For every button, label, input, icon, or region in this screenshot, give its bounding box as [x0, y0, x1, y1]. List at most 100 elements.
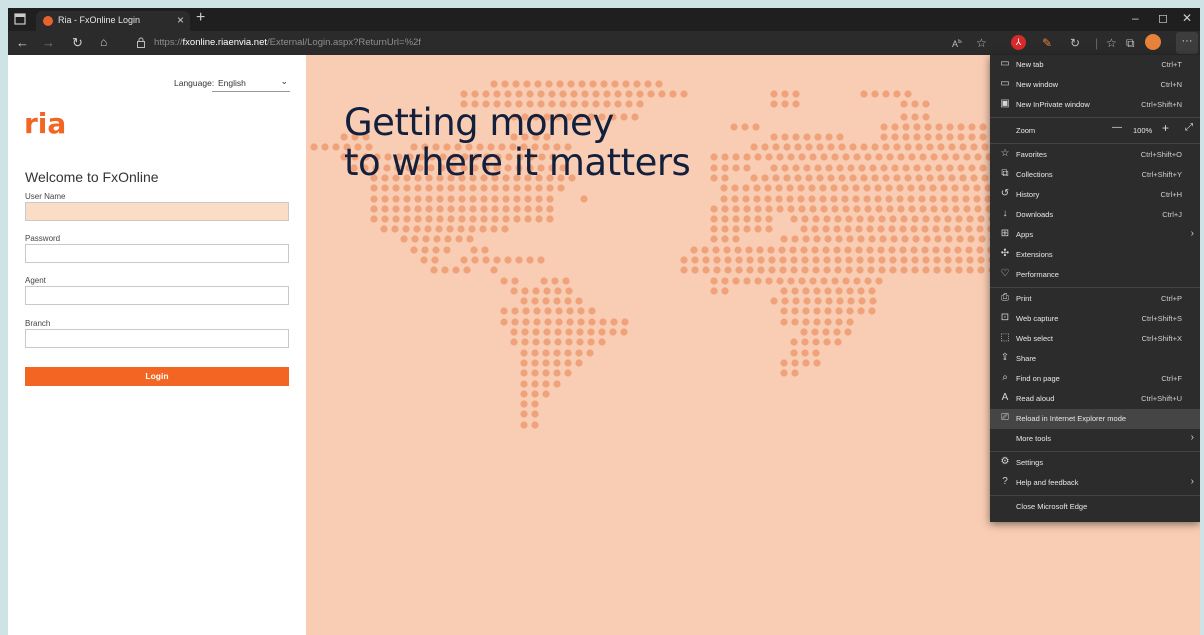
map-dot [808, 195, 816, 203]
branch-input[interactable] [25, 329, 289, 348]
map-dot [951, 184, 959, 192]
menu-shortcut: Ctrl+P [1160, 294, 1182, 303]
add-favorite-icon[interactable]: ☆ [976, 36, 987, 50]
menu-item-print[interactable]: ⎙ Print Ctrl+P [990, 289, 1200, 309]
browser-window: Ria - FxOnline Login × + – ◻ ✕ ← → ↻ ⌂ h… [8, 8, 1200, 635]
map-dot [691, 256, 699, 264]
profile-avatar[interactable] [1145, 34, 1161, 50]
minimize-icon[interactable]: – [1132, 11, 1139, 25]
map-dot [781, 100, 789, 108]
menu-item-collections[interactable]: ⧉ Collections Ctrl+Shift+Y [990, 165, 1200, 185]
map-dot [402, 225, 410, 233]
collections-toolbar-icon[interactable]: ⧉ [1126, 36, 1135, 51]
map-dot [812, 266, 820, 274]
back-icon[interactable]: ← [16, 35, 29, 50]
map-dot [515, 256, 523, 264]
menu-item-close-edge[interactable]: Close Microsoft Edge [990, 497, 1200, 517]
map-dot [469, 215, 477, 223]
favorites-toolbar-icon[interactable]: ☆ [1106, 36, 1117, 50]
map-dot [791, 369, 799, 377]
new-tab-icon[interactable]: + [196, 9, 205, 27]
menu-item-more-tools[interactable]: More tools › [990, 429, 1200, 449]
map-dot [463, 266, 471, 274]
map-dot [951, 195, 959, 203]
zoom-in-icon[interactable]: + [1162, 121, 1169, 135]
map-dot [553, 359, 561, 367]
extension-icon[interactable]: ✎ [1042, 36, 1052, 50]
map-dot [511, 277, 519, 285]
menu-item-settings[interactable]: ⚙ Settings [990, 453, 1200, 473]
map-dot [411, 235, 419, 243]
map-dot [967, 235, 975, 243]
username-input[interactable] [25, 202, 289, 221]
menu-item-share[interactable]: ⇪ Share [990, 349, 1200, 369]
login-button[interactable]: Login [25, 367, 289, 386]
map-dot [875, 205, 883, 213]
map-dot [904, 174, 912, 182]
menu-item-web-select[interactable]: ⬚ Web select Ctrl+Shift+X [990, 329, 1200, 349]
map-dot [866, 246, 874, 254]
map-dot [403, 215, 411, 223]
menu-item-inprivate[interactable]: ▣ New InPrivate window Ctrl+Shift+N [990, 95, 1200, 115]
close-window-icon[interactable]: ✕ [1182, 11, 1192, 25]
menu-item-history[interactable]: ↺ History Ctrl+H [990, 185, 1200, 205]
map-dot [470, 246, 478, 254]
menu-item-apps[interactable]: ⊞ Apps › [990, 225, 1200, 245]
language-select[interactable]: English ⌄ [212, 73, 290, 92]
menu-item-extensions[interactable]: ✣ Extensions [990, 245, 1200, 265]
map-dot [589, 80, 597, 88]
map-dot [841, 184, 849, 192]
menu-item-web-capture[interactable]: ⊡ Web capture Ctrl+Shift+S [990, 309, 1200, 329]
map-dot [791, 235, 799, 243]
map-dot [970, 143, 978, 151]
menu-item-find[interactable]: ⌕ Find on page Ctrl+F [990, 369, 1200, 389]
menu-item-favorites[interactable]: ☆ Favorites Ctrl+Shift+O [990, 145, 1200, 165]
fullscreen-icon[interactable]: ⤢ [1185, 122, 1193, 133]
menu-item-help[interactable]: ? Help and feedback › [990, 473, 1200, 493]
forward-icon[interactable]: → [42, 35, 55, 50]
map-dot [878, 256, 886, 264]
map-dot [576, 338, 584, 346]
map-dot [797, 184, 805, 192]
help-icon: ? [1002, 476, 1008, 487]
map-dot [845, 215, 853, 223]
tab-actions-icon[interactable] [14, 13, 26, 25]
pdf-extension-icon[interactable]: ⅄ [1011, 35, 1026, 50]
map-dot [746, 266, 754, 274]
address-bar[interactable]: https://fxonline.riaenvia.net/External/L… [154, 37, 421, 48]
menu-item-performance[interactable]: ♡ Performance [990, 265, 1200, 285]
favorites-icon: ☆ [1000, 148, 1010, 159]
lock-icon[interactable] [136, 37, 146, 48]
close-tab-icon[interactable]: × [177, 13, 184, 27]
map-dot [867, 256, 875, 264]
menu-item-new-tab[interactable]: ▭ New tab Ctrl+T [990, 55, 1200, 75]
refresh-extension-icon[interactable]: ↻ [1070, 36, 1080, 50]
map-dot [520, 297, 528, 305]
refresh-icon[interactable]: ↻ [72, 35, 83, 51]
map-dot [824, 287, 832, 295]
tab-ria-login[interactable]: Ria - FxOnline Login × [36, 11, 190, 31]
menu-item-read-aloud[interactable]: A Read aloud Ctrl+Shift+U [990, 389, 1200, 409]
map-dot [735, 256, 743, 264]
home-icon[interactable]: ⌂ [100, 35, 107, 49]
agent-input[interactable] [25, 286, 289, 305]
map-dot [544, 318, 552, 326]
restore-icon[interactable]: ◻ [1158, 11, 1168, 25]
zoom-out-icon[interactable]: — [1112, 122, 1122, 133]
map-dot [900, 256, 908, 264]
map-dot [930, 205, 938, 213]
password-input[interactable] [25, 244, 289, 263]
menu-item-ie-mode[interactable]: ⎚ Reload in Internet Explorer mode [990, 409, 1200, 429]
map-dot [856, 215, 864, 223]
menu-label: More tools [1016, 434, 1052, 443]
map-dot [933, 266, 941, 274]
menu-item-downloads[interactable]: ↓ Downloads Ctrl+J [990, 205, 1200, 225]
menu-item-new-window[interactable]: ▭ New window Ctrl+N [990, 75, 1200, 95]
map-dot [790, 338, 798, 346]
read-aloud-toolbar-icon[interactable]: Aь [952, 36, 962, 49]
map-dot [466, 235, 474, 243]
settings-and-more-button[interactable]: ··· [1176, 32, 1198, 54]
map-dot [776, 277, 784, 285]
map-dot [482, 256, 490, 264]
map-dot [746, 256, 754, 264]
